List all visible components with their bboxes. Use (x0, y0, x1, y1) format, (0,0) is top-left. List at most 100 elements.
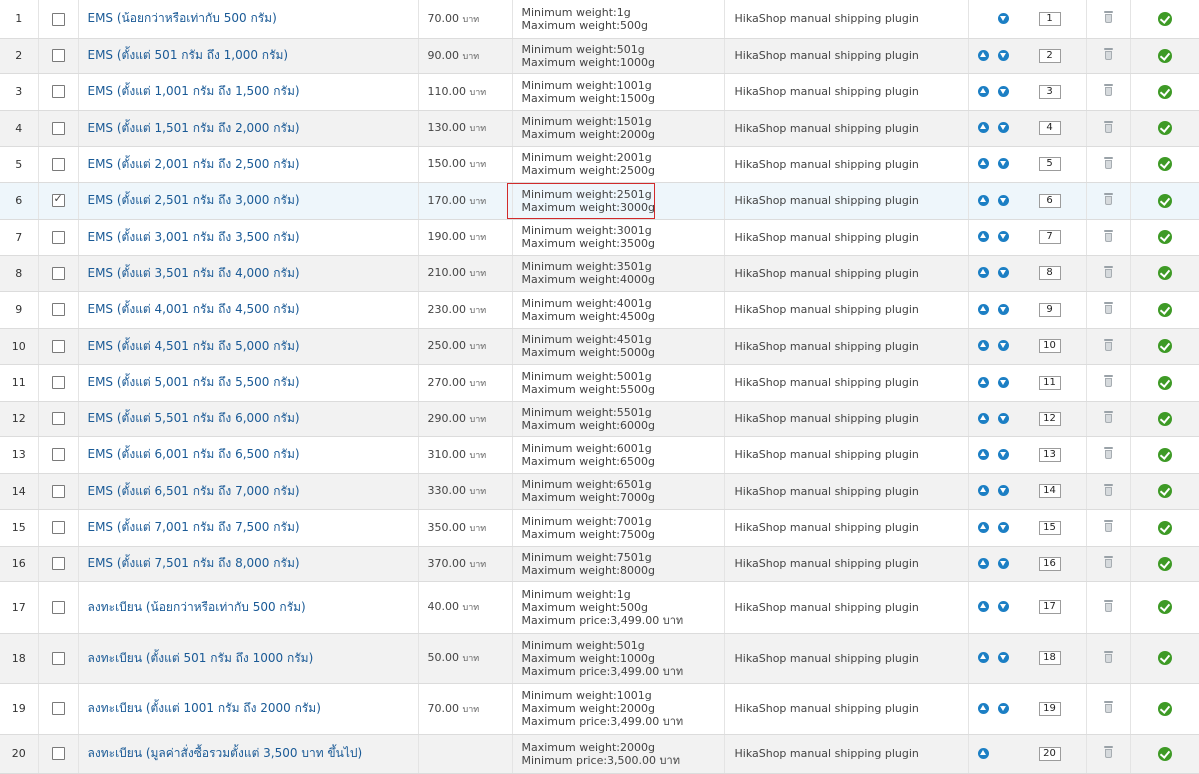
table-row[interactable]: 4 EMS (ตั้งแต่ 1,501 กรัม ถึง 2,000 กรัม… (0, 110, 1199, 147)
check-circle-icon[interactable] (1157, 651, 1172, 665)
shipping-name-link[interactable]: EMS (ตั้งแต่ 5,001 กรัม ถึง 5,500 กรัม) (88, 375, 300, 389)
shipping-name-link[interactable]: EMS (ตั้งแต่ 7,501 กรัม ถึง 8,000 กรัม) (88, 556, 300, 570)
trash-icon[interactable] (1103, 650, 1113, 663)
table-row[interactable]: 17 ลงทะเบียน (น้อยกว่าหรือเท่ากับ 500 กร… (0, 581, 1199, 634)
row-checkbox[interactable] (51, 49, 65, 63)
arrow-down-circle-icon[interactable] (997, 652, 1009, 663)
trash-icon[interactable] (1103, 193, 1113, 205)
ordering-input[interactable]: 7 (1038, 230, 1061, 244)
arrow-up-circle-icon[interactable] (977, 49, 989, 61)
ordering-input[interactable]: 3 (1038, 84, 1061, 99)
check-circle-icon[interactable] (1157, 375, 1172, 390)
arrow-down-circle-icon[interactable] (997, 49, 1009, 61)
trash-icon[interactable] (1103, 156, 1113, 169)
trash-icon[interactable] (1103, 265, 1113, 278)
shipping-name-link[interactable]: EMS (ตั้งแต่ 4,501 กรัม ถึง 5,000 กรัม) (88, 339, 300, 353)
row-checkbox[interactable] (51, 448, 65, 462)
arrow-down-circle-icon[interactable] (997, 702, 1009, 714)
table-row[interactable]: 9 EMS (ตั้งแต่ 4,001 กรัม ถึง 4,500 กรัม… (0, 291, 1199, 329)
check-circle-icon[interactable] (1157, 193, 1172, 208)
trash-icon[interactable] (1103, 520, 1113, 532)
check-circle-icon[interactable] (1157, 48, 1172, 63)
row-checkbox[interactable] (51, 600, 65, 614)
arrow-down-circle-icon[interactable] (997, 340, 1009, 351)
arrow-down-circle-icon[interactable] (997, 122, 1009, 133)
shipping-name-link[interactable]: EMS (ตั้งแต่ 6,501 กรัม ถึง 7,000 กรัม) (88, 484, 300, 498)
check-circle-icon[interactable] (1157, 230, 1172, 244)
ordering-input[interactable]: 16 (1038, 556, 1061, 571)
check-circle-icon[interactable] (1157, 11, 1172, 26)
table-row[interactable]: 15 EMS (ตั้งแต่ 7,001 กรัม ถึง 7,500 กรั… (0, 509, 1199, 547)
trash-icon[interactable] (1103, 375, 1113, 387)
row-checkbox[interactable] (51, 266, 65, 280)
arrow-down-circle-icon[interactable] (997, 194, 1009, 206)
arrow-up-circle-icon[interactable] (977, 557, 989, 569)
row-checkbox[interactable] (51, 230, 65, 244)
table-row[interactable]: 19 ลงทะเบียน (ตั้งแต่ 1001 กรัม ถึง 2000… (0, 683, 1199, 735)
table-row[interactable]: 3 EMS (ตั้งแต่ 1,001 กรัม ถึง 1,500 กรัม… (0, 73, 1199, 111)
arrow-up-circle-icon[interactable] (977, 122, 989, 133)
table-row[interactable]: 11 EMS (ตั้งแต่ 5,001 กรัม ถึง 5,500 กรั… (0, 364, 1199, 402)
arrow-down-circle-icon[interactable] (997, 303, 1009, 315)
shipping-name-link[interactable]: EMS (ตั้งแต่ 501 กรัม ถึง 1,000 กรัม) (88, 48, 289, 62)
shipping-name-link[interactable]: EMS (ตั้งแต่ 6,001 กรัม ถึง 6,500 กรัม) (88, 447, 300, 461)
table-row[interactable]: 8 EMS (ตั้งแต่ 3,501 กรัม ถึง 4,000 กรัม… (0, 255, 1199, 292)
shipping-name-link[interactable]: EMS (ตั้งแต่ 2,001 กรัม ถึง 2,500 กรัม) (88, 157, 300, 171)
trash-icon[interactable] (1103, 338, 1113, 351)
ordering-input[interactable]: 4 (1038, 121, 1061, 135)
arrow-up-circle-icon[interactable] (977, 652, 989, 663)
row-checkbox[interactable] (51, 12, 65, 26)
ordering-input[interactable]: 19 (1038, 701, 1061, 716)
arrow-up-circle-icon[interactable] (977, 747, 989, 759)
ordering-input[interactable]: 10 (1038, 339, 1061, 353)
trash-icon[interactable] (1103, 411, 1113, 423)
arrow-down-circle-icon[interactable] (997, 85, 1009, 97)
shipping-name-link[interactable]: ลงทะเบียน (น้อยกว่าหรือเท่ากับ 500 กรัม) (88, 600, 306, 614)
ordering-input[interactable]: 6 (1038, 193, 1061, 208)
table-row[interactable]: 14 EMS (ตั้งแต่ 6,501 กรัม ถึง 7,000 กรั… (0, 473, 1199, 510)
arrow-up-circle-icon[interactable] (977, 158, 989, 169)
row-checkbox[interactable] (51, 339, 65, 353)
ordering-input[interactable]: 20 (1038, 746, 1061, 761)
ordering-input[interactable]: 9 (1038, 302, 1061, 317)
check-circle-icon[interactable] (1157, 520, 1172, 535)
trash-icon[interactable] (1103, 556, 1113, 568)
check-circle-icon[interactable] (1157, 339, 1172, 353)
trash-icon[interactable] (1103, 447, 1113, 459)
trash-icon[interactable] (1103, 746, 1113, 758)
row-checkbox[interactable] (51, 85, 65, 99)
table-row[interactable]: 13 EMS (ตั้งแต่ 6,001 กรัม ถึง 6,500 กรั… (0, 436, 1199, 474)
arrow-up-circle-icon[interactable] (977, 485, 989, 496)
trash-icon[interactable] (1103, 120, 1113, 133)
shipping-name-link[interactable]: ลงทะเบียน (ตั้งแต่ 1001 กรัม ถึง 2000 กร… (88, 701, 321, 715)
arrow-up-circle-icon[interactable] (977, 376, 989, 388)
row-checkbox[interactable] (51, 157, 65, 171)
check-circle-icon[interactable] (1157, 600, 1172, 614)
shipping-name-link[interactable]: EMS (ตั้งแต่ 3,001 กรัม ถึง 3,500 กรัม) (88, 230, 300, 244)
check-circle-icon[interactable] (1157, 556, 1172, 571)
arrow-down-circle-icon[interactable] (997, 376, 1009, 388)
check-circle-icon[interactable] (1157, 266, 1172, 280)
ordering-input[interactable]: 5 (1038, 157, 1061, 171)
table-row[interactable]: 1 EMS (น้อยกว่าหรือเท่ากับ 500 กรัม) 70.… (0, 0, 1199, 39)
trash-icon[interactable] (1103, 701, 1113, 713)
arrow-up-circle-icon[interactable] (977, 85, 989, 97)
arrow-up-circle-icon[interactable] (977, 521, 989, 533)
row-checkbox[interactable] (51, 651, 65, 665)
check-circle-icon[interactable] (1157, 121, 1172, 135)
row-checkbox[interactable] (51, 484, 65, 498)
table-row[interactable]: 7 EMS (ตั้งแต่ 3,001 กรัม ถึง 3,500 กรัม… (0, 219, 1199, 256)
arrow-up-circle-icon[interactable] (977, 303, 989, 315)
ordering-input[interactable]: 2 (1038, 48, 1061, 63)
row-checkbox[interactable] (51, 521, 65, 535)
row-checkbox[interactable] (51, 557, 65, 571)
check-circle-icon[interactable] (1157, 302, 1172, 317)
table-row[interactable]: 2 EMS (ตั้งแต่ 501 กรัม ถึง 1,000 กรัม) … (0, 38, 1199, 74)
trash-icon[interactable] (1103, 302, 1113, 314)
shipping-name-link[interactable]: ลงทะเบียน (มูลค่าสั่งซื้อรวมตั้งแต่ 3,50… (88, 746, 363, 760)
arrow-down-circle-icon[interactable] (997, 412, 1009, 424)
row-checkbox[interactable] (51, 412, 65, 426)
trash-icon[interactable] (1103, 599, 1113, 612)
table-row[interactable]: 16 EMS (ตั้งแต่ 7,501 กรัม ถึง 8,000 กรั… (0, 546, 1199, 582)
table-row[interactable]: 18 ลงทะเบียน (ตั้งแต่ 501 กรัม ถึง 1000 … (0, 633, 1199, 684)
